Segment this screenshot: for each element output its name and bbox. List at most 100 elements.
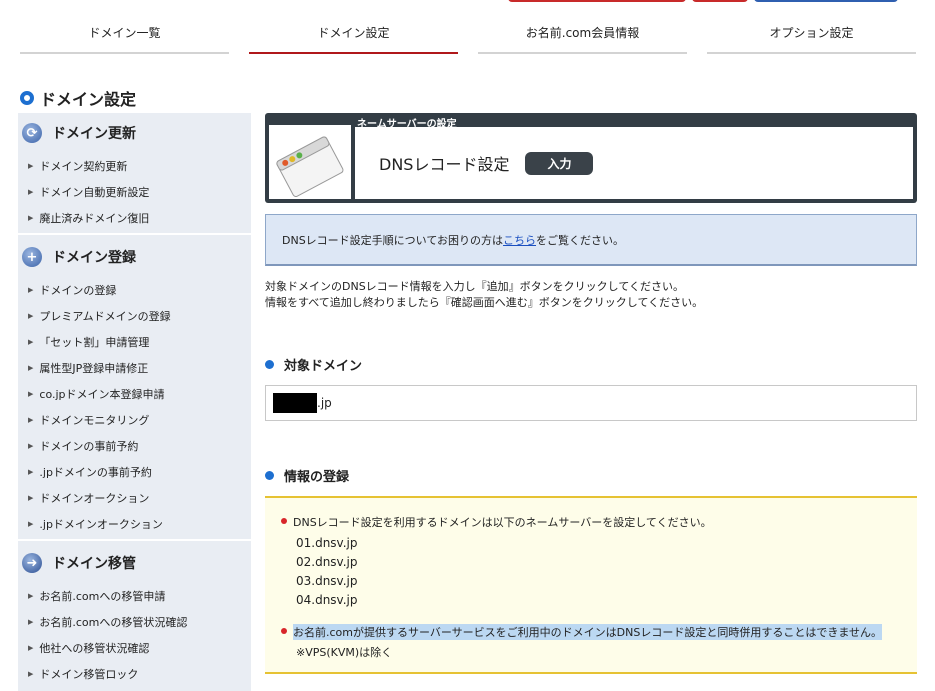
sidebar-divider <box>18 233 251 235</box>
sidebar-item-label: ドメインの登録 <box>39 284 117 297</box>
sidebar-item-label: ドメイン契約更新 <box>39 160 128 173</box>
tab-domain-settings[interactable]: ドメイン設定 <box>249 14 458 54</box>
card-body: DNSレコード設定 入力 <box>355 127 913 199</box>
red-bullet <box>281 518 287 524</box>
sidebar-item-label: .jpドメインオークション <box>39 518 163 531</box>
domain-suffix: .jp <box>317 396 332 410</box>
sidebar-group-renewal: ⟳ ドメイン更新 <box>18 113 251 153</box>
triangle-right-icon: ▶ <box>28 520 34 528</box>
sidebar-item-auto-renewal[interactable]: ▶ ドメイン自動更新設定 <box>18 179 251 205</box>
notice-item: お名前.comが提供するサーバーサービスをご利用中のドメインはDNSレコード設定… <box>281 624 917 640</box>
bullet-dot <box>265 360 274 369</box>
nameserver: 03.dnsv.jp <box>296 574 358 588</box>
red-bullet <box>281 628 287 634</box>
info-prefix: DNSレコード設定手順についてお困りの方は <box>282 233 504 247</box>
triangle-right-icon: ▶ <box>28 618 34 626</box>
triangle-right-icon: ▶ <box>28 670 34 678</box>
sidebar-item-label: 廃止済みドメイン復旧 <box>39 212 150 225</box>
sidebar-item-premium[interactable]: ▶ プレミアムドメインの登録 <box>18 303 251 329</box>
nameserver: 01.dnsv.jp <box>296 536 358 550</box>
sidebar-item-transfer-in[interactable]: ▶ お名前.comへの移管申請 <box>18 583 251 609</box>
section-title: 情報の登録 <box>284 470 350 485</box>
notice-subtext: ※VPS(KVM)は除く <box>296 646 393 659</box>
triangle-right-icon: ▶ <box>28 644 34 652</box>
sidebar-group-transfer: ➜ ドメイン移管 <box>18 543 251 583</box>
notice-text: お名前.comが提供するサーバーサービスをご利用中のドメインはDNSレコード設定… <box>293 624 883 640</box>
triangle-right-icon: ▶ <box>28 162 34 170</box>
bullet-dot <box>265 471 274 480</box>
triangle-right-icon: ▶ <box>28 338 34 346</box>
triangle-right-icon: ▶ <box>28 494 34 502</box>
instruction-line: 対象ドメインのDNSレコード情報を入力し『追加』ボタンをクリックしてください。 <box>265 280 685 293</box>
instructions: 対象ドメインのDNSレコード情報を入力し『追加』ボタンをクリックしてください。 … <box>265 279 703 311</box>
tab-domain-list[interactable]: ドメイン一覧 <box>20 14 229 54</box>
sidebar-item-monitoring[interactable]: ▶ ドメインモニタリング <box>18 407 251 433</box>
top-red-button[interactable] <box>508 0 686 2</box>
sidebar-item-contract-renewal[interactable]: ▶ ドメイン契約更新 <box>18 153 251 179</box>
browser-window-icon <box>269 125 351 199</box>
sidebar-item-label: プレミアムドメインの登録 <box>39 310 171 323</box>
triangle-right-icon: ▶ <box>28 416 34 424</box>
sidebar-item-label: ドメインの事前予約 <box>39 440 139 453</box>
triangle-right-icon: ▶ <box>28 390 34 398</box>
sidebar-item-set-discount[interactable]: ▶ 「セット割」申請管理 <box>18 329 251 355</box>
section-target-domain: 対象ドメイン <box>265 355 362 374</box>
notice-text: DNSレコード設定を利用するドメインは以下のネームサーバーを設定してください。 <box>293 516 712 529</box>
instruction-line: 情報をすべて追加し終わりましたら『確認画面へ進む』ボタンをクリックしてください。 <box>265 296 704 309</box>
triangle-right-icon: ▶ <box>28 592 34 600</box>
sidebar-item-label: ドメイン自動更新設定 <box>39 186 150 199</box>
sidebar-group-registration: + ドメイン登録 <box>18 237 251 277</box>
section-registration: 情報の登録 <box>265 466 349 485</box>
nameserver: 02.dnsv.jp <box>296 555 358 569</box>
sidebar-item-label: co.jpドメイン本登録申請 <box>39 388 165 401</box>
ring-icon <box>20 91 34 105</box>
triangle-right-icon: ▶ <box>28 312 34 320</box>
step-badge: 入力 <box>525 151 594 175</box>
sidebar-item-preorder[interactable]: ▶ ドメインの事前予約 <box>18 433 251 459</box>
sidebar-item-jp-preorder[interactable]: ▶ .jpドメインの事前予約 <box>18 459 251 485</box>
sidebar-item-auction[interactable]: ▶ ドメインオークション <box>18 485 251 511</box>
triangle-right-icon: ▶ <box>28 364 34 372</box>
page-title-text: ドメイン設定 <box>40 90 137 109</box>
triangle-right-icon: ▶ <box>28 442 34 450</box>
card-title: DNSレコード設定 <box>379 155 510 174</box>
help-info-box: DNSレコード設定手順についてお困りの方は こちら をご覧ください。 <box>265 214 917 266</box>
info-suffix: をご覧ください。 <box>536 233 625 247</box>
tab-option-settings[interactable]: オプション設定 <box>707 14 916 54</box>
sidebar-group-title: ドメイン登録 <box>52 250 136 266</box>
notice-item: DNSレコード設定を利用するドメインは以下のネームサーバーを設定してください。 <box>281 514 917 530</box>
tab-member-info[interactable]: お名前.com会員情報 <box>478 14 687 54</box>
target-domain-field: .jp <box>265 385 917 421</box>
sidebar-item-register[interactable]: ▶ ドメインの登録 <box>18 277 251 303</box>
triangle-right-icon: ▶ <box>28 286 34 294</box>
help-link[interactable]: こちら <box>503 232 536 248</box>
triangle-right-icon: ▶ <box>28 468 34 476</box>
triangle-right-icon: ▶ <box>28 188 34 196</box>
page-title: ドメイン設定 <box>20 86 136 110</box>
sidebar-item-label: 他社への移管状況確認 <box>39 642 150 655</box>
top-red-small-button[interactable] <box>692 0 748 2</box>
sidebar: ⟳ ドメイン更新 ▶ ドメイン契約更新 ▶ ドメイン自動更新設定 ▶ 廃止済みドメイン… <box>18 113 251 691</box>
triangle-right-icon: ▶ <box>28 214 34 222</box>
nameserver: 04.dnsv.jp <box>296 593 358 607</box>
main-tabs: ドメイン一覧 ドメイン設定 お名前.com会員情報 オプション設定 <box>20 14 916 54</box>
sidebar-item-label: ドメインオークション <box>39 492 150 505</box>
sidebar-item-jp-auction[interactable]: ▶ .jpドメインオークション <box>18 511 251 537</box>
sidebar-item-label: お名前.comへの移管申請 <box>39 590 166 603</box>
plus-icon: + <box>22 247 42 267</box>
renew-icon: ⟳ <box>22 123 42 143</box>
sidebar-item-transfer-lock[interactable]: ▶ ドメイン移管ロック <box>18 661 251 687</box>
notice-box: DNSレコード設定を利用するドメインは以下のネームサーバーを設定してください。 … <box>265 496 917 674</box>
sidebar-item-label: 「セット割」申請管理 <box>39 336 150 349</box>
dns-header-card: ネームサーバーの設定 DNSレコード設定 入力 <box>265 113 917 203</box>
sidebar-item-cojp[interactable]: ▶ co.jpドメイン本登録申請 <box>18 381 251 407</box>
sidebar-item-label: 属性型JP登録申請修正 <box>39 362 149 375</box>
sidebar-item-transfer-status[interactable]: ▶ お名前.comへの移管状況確認 <box>18 609 251 635</box>
sidebar-item-jp-fix[interactable]: ▶ 属性型JP登録申請修正 <box>18 355 251 381</box>
redacted-domain <box>273 393 317 413</box>
section-title: 対象ドメイン <box>284 359 363 374</box>
sidebar-item-transfer-out[interactable]: ▶ 他社への移管状況確認 <box>18 635 251 661</box>
top-blue-button[interactable] <box>754 0 898 2</box>
sidebar-item-label: お名前.comへの移管状況確認 <box>39 616 188 629</box>
sidebar-item-restore[interactable]: ▶ 廃止済みドメイン復旧 <box>18 205 251 231</box>
